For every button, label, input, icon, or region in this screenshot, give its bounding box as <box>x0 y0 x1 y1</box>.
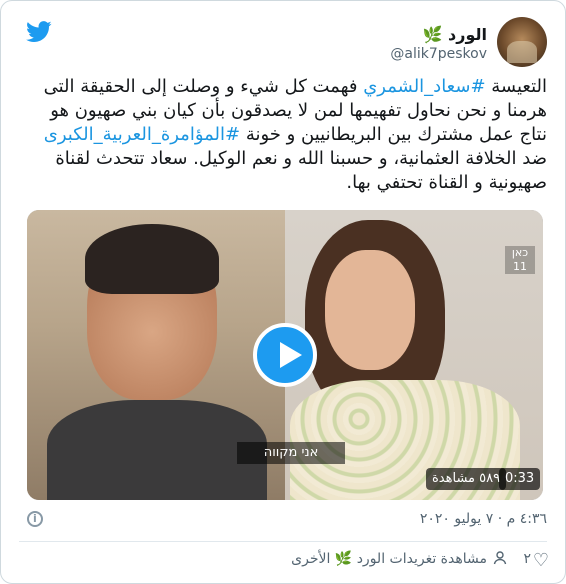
see-more-tweets-link[interactable]: مشاهدة تغريدات الورد 🌿 الأخرى <box>291 551 487 567</box>
video-player[interactable]: כאן 11 אני מקווה ٥٨٩ مشاهدة 0:33 <box>27 210 543 500</box>
tweet-text-segment: التعيسة <box>485 76 547 97</box>
video-subtitle: אני מקווה <box>237 442 345 464</box>
tweet-text: التعيسة #سعاد_الشمري فهمت كل شيء و وصلت … <box>19 75 547 195</box>
video-duration: 0:33 <box>499 468 541 490</box>
tweet-footer: ٤:٣٦ م · ٧ يوليو ٢٠٢٠ <box>19 509 547 531</box>
video-person-left <box>47 400 267 500</box>
play-button-icon[interactable] <box>253 323 317 387</box>
heart-icon[interactable]: ♡ <box>533 550 549 571</box>
display-name[interactable]: الورد 🌿 <box>390 25 487 44</box>
tweet-text-segment: ضد الخلافة العثمانية، و حسبنا الله و نعم… <box>55 148 547 193</box>
hashtag-link[interactable]: #سعاد_الشمري <box>363 76 485 97</box>
avatar[interactable] <box>497 17 547 67</box>
action-bar: ♡ ٢ مشاهدة تغريدات الورد 🌿 الأخرى <box>19 549 549 575</box>
view-count: ٥٨٩ مشاهدة <box>426 468 507 490</box>
handle[interactable]: @alik7peskov <box>390 46 487 62</box>
tweet-header: الورد 🌿 @alik7peskov <box>19 17 547 69</box>
video-person-left-hair <box>85 224 219 294</box>
tweet-card: الورد 🌿 @alik7peskov التعيسة #سعاد_الشمر… <box>0 0 566 584</box>
author-block[interactable]: الورد 🌿 @alik7peskov <box>390 25 487 62</box>
person-icon <box>493 551 507 565</box>
video-person-right-face <box>325 250 415 370</box>
channel-logo: כאן 11 <box>505 246 535 274</box>
hashtag-link[interactable]: #المؤامرة_العربية_الكبرى <box>44 124 240 145</box>
divider <box>19 541 547 542</box>
like-count[interactable]: ٢ <box>523 551 531 567</box>
twitter-bird-icon[interactable] <box>26 21 52 43</box>
info-icon[interactable] <box>27 511 43 527</box>
timestamp[interactable]: ٤:٣٦ م · ٧ يوليو ٢٠٢٠ <box>420 511 547 527</box>
